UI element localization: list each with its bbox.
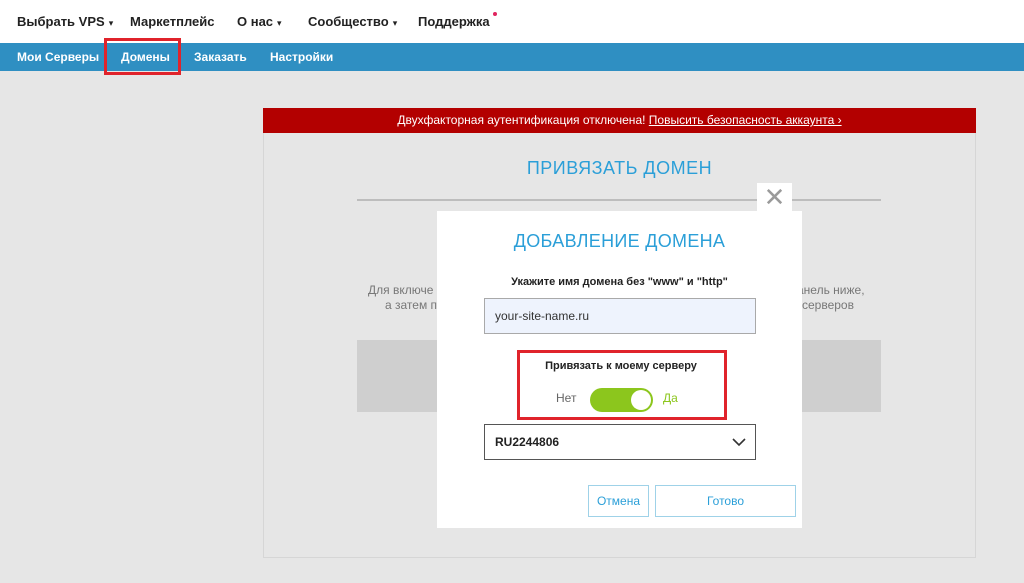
- cancel-button[interactable]: Отмена: [588, 485, 649, 517]
- nav-marketplace-label: Маркетплейс: [130, 14, 215, 29]
- tab-settings-label: Настройки: [270, 50, 334, 64]
- nav-support[interactable]: Поддержка: [418, 12, 497, 29]
- nav-about[interactable]: О нас ▾: [237, 14, 282, 29]
- chevron-down-icon: ▾: [277, 18, 282, 28]
- done-button[interactable]: Готово: [655, 485, 796, 517]
- server-select[interactable]: RU2244806: [484, 424, 756, 460]
- tab-my-servers-label: Мои Серверы: [17, 50, 100, 64]
- toggle-off-label: Нет: [556, 391, 577, 405]
- nav-community[interactable]: Сообщество ▾: [308, 14, 397, 29]
- tab-order-label: Заказать: [194, 50, 247, 64]
- nav-choose-vps-label: Выбрать VPS: [17, 14, 105, 29]
- alert-text: Двухфакторная аутентификация отключена!: [397, 113, 646, 127]
- notification-dot-icon: [492, 12, 497, 16]
- toggle-on-label: Да: [663, 391, 678, 405]
- domain-name-input[interactable]: your-site-name.ru: [484, 298, 756, 334]
- chevron-down-icon: ▾: [108, 18, 114, 28]
- instructions-text-left: Для включе а затем п: [368, 283, 437, 313]
- close-icon: ✕: [763, 182, 786, 212]
- tab-settings[interactable]: Настройки: [270, 50, 333, 64]
- close-button[interactable]: ✕: [757, 183, 792, 212]
- nav-support-label: Поддержка: [418, 14, 490, 29]
- top-nav: Выбрать VPS ▾ Маркетплейс О нас ▾ Сообщест…: [0, 0, 1024, 43]
- tab-my-servers[interactable]: Мои Серверы: [17, 50, 99, 64]
- page-title: ПРИВЯЗАТЬ ДОМЕН: [526, 158, 713, 178]
- two-factor-alert: Двухфакторная аутентификация отключена! …: [263, 108, 976, 133]
- instructions-right-line2: серверов: [802, 298, 854, 312]
- title-divider: [357, 199, 881, 201]
- chevron-down-icon: [732, 438, 746, 447]
- bind-server-label: Привязать к моему серверу: [545, 360, 697, 372]
- nav-choose-vps[interactable]: Выбрать VPS ▾: [17, 14, 113, 29]
- nav-community-label: Сообщество: [308, 14, 389, 29]
- tab-order[interactable]: Заказать: [194, 50, 247, 64]
- toggle-knob: [631, 390, 651, 410]
- instructions-right-line1: анель ниже,: [797, 283, 865, 297]
- domain-name-label: Укажите имя домена без "www" и "http": [511, 276, 728, 288]
- highlight-domains-tab: [104, 38, 181, 75]
- server-select-value: RU2244806: [495, 435, 560, 449]
- nav-marketplace[interactable]: Маркетплейс: [130, 14, 214, 29]
- chevron-down-icon: ▾: [392, 18, 398, 28]
- nav-about-label: О нас: [237, 14, 274, 29]
- instructions-left-line2: а затем п: [385, 298, 438, 312]
- security-link[interactable]: Повысить безопасность аккаунта ›: [649, 113, 842, 127]
- modal-title: ДОБАВЛЕНИЕ ДОМЕНА: [513, 231, 726, 251]
- bind-server-toggle[interactable]: [590, 388, 653, 412]
- instructions-text-right: анель ниже, серверов: [797, 283, 865, 313]
- instructions-left-line1: Для включе: [368, 283, 434, 297]
